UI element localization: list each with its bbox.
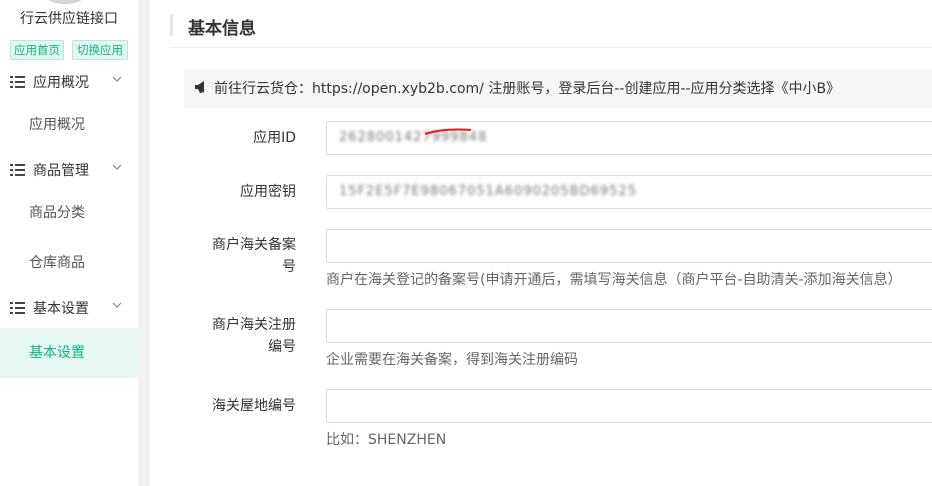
page-title: 基本信息 (188, 19, 256, 39)
customs-registration-input[interactable] (326, 309, 932, 343)
customs-record-label: 商户海关备案 号 (166, 234, 296, 278)
sidebar-item-warehouse-products[interactable]: 仓库商品 (0, 238, 138, 288)
customs-record-label-line2: 号 (282, 259, 296, 275)
list-icon (10, 76, 25, 88)
app-name: 行云供应链接口 (20, 11, 118, 27)
chevron-down-icon (112, 76, 122, 82)
sidebar: 行云供应链接口 应用首页 切换应用 应用概况 应用概况 商品管理 商品分类 仓库… (0, 0, 138, 486)
chevron-down-icon (112, 302, 122, 308)
customs-registration-label: 商户海关注册 编号 (166, 314, 296, 358)
customs-record-label-line1: 商户海关备案 (212, 237, 296, 253)
app-home-button[interactable]: 应用首页 (10, 40, 64, 60)
customs-location-help: 比如：SHENZHEN (326, 432, 447, 448)
speaker-icon (195, 81, 204, 93)
sidebar-item-product-category[interactable]: 商品分类 (0, 188, 138, 238)
app-secret-label: 应用密钥 (240, 184, 296, 200)
avatar (40, 0, 90, 4)
customs-location-input[interactable] (326, 389, 932, 423)
customs-location-label: 海关屋地编号 (212, 398, 296, 414)
customs-registration-help: 企业需要在海关备案，得到海关注册编码 (326, 352, 578, 368)
notice-banner: 前往行云货仓：https://open.xyb2b.com/ 注册账号，登录后台… (184, 70, 932, 108)
list-icon (10, 164, 25, 176)
menu-group-label: 应用概况 (33, 75, 89, 91)
redaction-mark (424, 128, 472, 135)
list-icon (10, 302, 25, 314)
title-accent-bar (170, 14, 173, 36)
chevron-down-icon (112, 164, 122, 170)
sidebar-item-overview[interactable]: 应用概况 (0, 100, 138, 150)
app-secret-value: 15F2E5F7E98067051A6090205BD69525 (339, 184, 637, 199)
app-secret-input[interactable]: 15F2E5F7E98067051A6090205BD69525 (326, 175, 932, 209)
customs-record-help: 商户在海关登记的备案号(申请开通后，需填写海关信息（商户平台-自助清关-添加海关… (326, 272, 902, 288)
divider (170, 47, 932, 48)
switch-app-button[interactable]: 切换应用 (72, 40, 128, 60)
customs-registration-label-line1: 商户海关注册 (212, 317, 296, 333)
menu-group-label: 商品管理 (33, 163, 89, 179)
notice-text: 前往行云货仓：https://open.xyb2b.com/ 注册账号，登录后台… (214, 81, 841, 97)
menu-group-overview[interactable]: 应用概况 (0, 65, 138, 99)
sidebar-item-basic-settings[interactable]: 基本设置 (0, 328, 138, 378)
menu-group-label: 基本设置 (33, 301, 89, 317)
main-panel: 基本信息 前往行云货仓：https://open.xyb2b.com/ 注册账号… (150, 0, 932, 486)
customs-registration-label-line2: 编号 (268, 339, 296, 355)
customs-record-input[interactable] (326, 229, 932, 263)
app-id-input[interactable]: 2628001427999848 (326, 121, 932, 155)
app-id-label: 应用ID (253, 130, 296, 146)
menu-group-settings[interactable]: 基本设置 (0, 291, 138, 325)
menu-group-products[interactable]: 商品管理 (0, 153, 138, 187)
